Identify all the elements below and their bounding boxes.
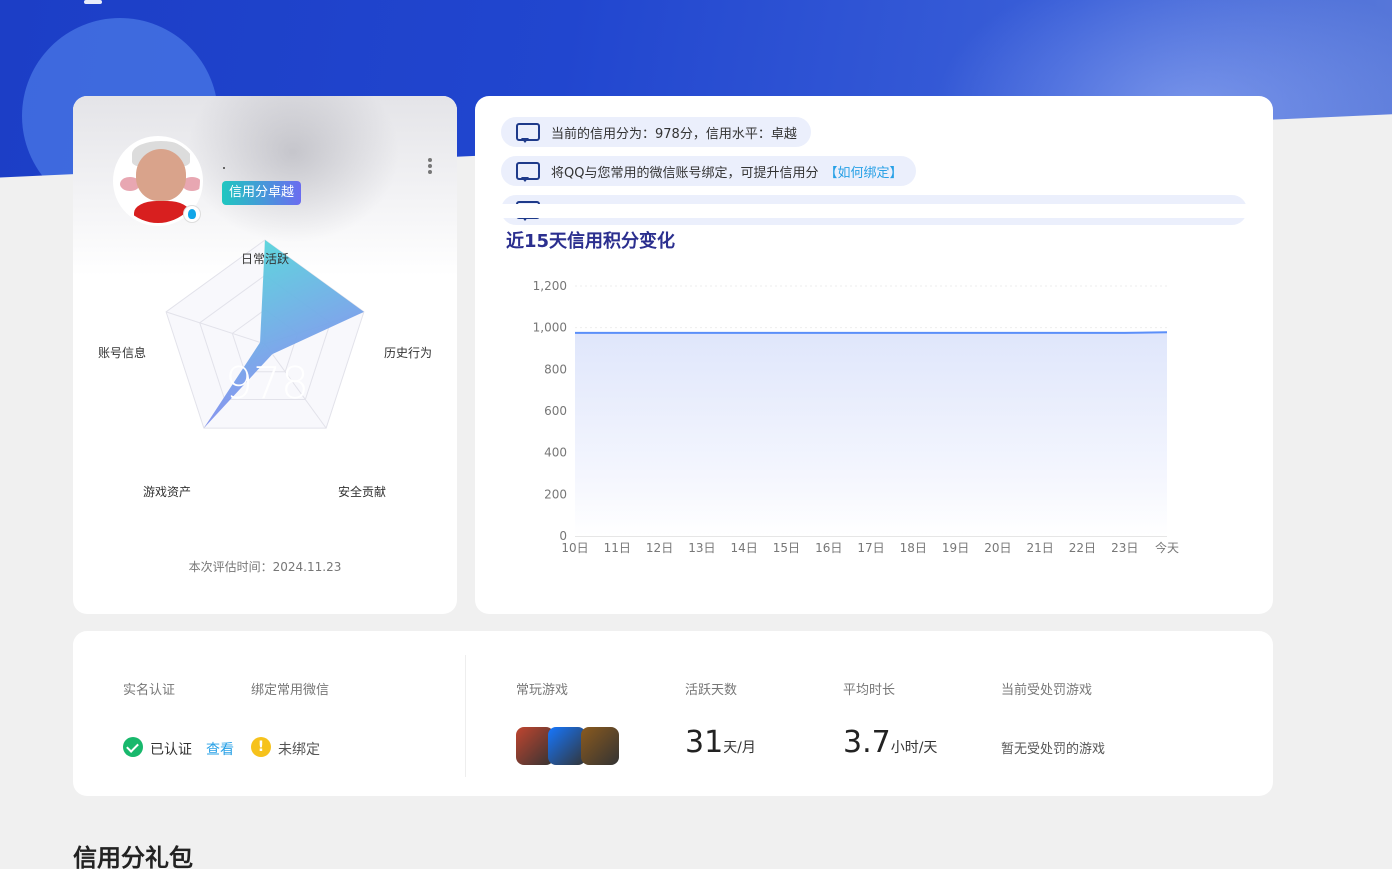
y-tick-label: 800 <box>544 362 567 376</box>
warrior-game-icon[interactable] <box>581 727 619 765</box>
active-days-unit: 天/月 <box>723 740 756 756</box>
y-tick-label: 600 <box>544 404 567 418</box>
notice-bind-wechat: 将QQ与您常用的微信账号绑定，可提升信用分 【如何绑定】 <box>501 156 917 186</box>
x-tick-label: 17日 <box>857 541 884 555</box>
avg-time-value: 3.7小时/天 <box>843 725 937 760</box>
radar-label-game-assets: 游戏资产 <box>143 485 192 499</box>
x-tick-label: 11日 <box>604 541 631 555</box>
view-verification-link[interactable]: 查看 <box>206 739 234 759</box>
x-tick-label: 15日 <box>773 541 800 555</box>
y-tick-label: 1,000 <box>533 321 567 335</box>
real-name-label: 实名认证 <box>123 683 176 698</box>
y-tick-label: 400 <box>544 446 567 460</box>
warning-icon: ! <box>251 737 271 757</box>
verified-check-icon <box>123 737 143 757</box>
credit-score: 978 <box>225 358 309 409</box>
credit-trend-chart: 02004006008001,0001,20010日 11日 12日 13日 14日 15… <box>533 279 1179 555</box>
x-tick-label: 19日 <box>942 541 969 555</box>
wechat-bind-label: 绑定常用微信 <box>251 683 330 698</box>
games-label: 常玩游戏 <box>516 683 569 698</box>
y-tick-label: 1,200 <box>533 279 567 293</box>
evaluation-time: 本次评估时间：2024.11.23 <box>188 560 342 574</box>
credit-profile-card: 信用分卓越 日常活跃 历史行为 安全贡献 游戏资产 账号信息 978 本次评估时… <box>73 96 457 614</box>
x-tick-label: 20日 <box>984 541 1011 555</box>
x-tick-label: 23日 <box>1111 541 1138 555</box>
x-tick-label: 14日 <box>731 541 758 555</box>
radar-label-account-info: 账号信息 <box>98 346 147 360</box>
credit-trend-card: 当前的信用分为：978分，信用水平：卓越 将QQ与您常用的微信账号绑定，可提升信… <box>475 96 1273 614</box>
notice-list-mask <box>475 204 1273 218</box>
avg-time-unit: 小时/天 <box>890 740 938 756</box>
x-tick-label: 13日 <box>688 541 715 555</box>
notice-current-score: 当前的信用分为：978分，信用水平：卓越 <box>501 117 811 147</box>
x-tick-label: 18日 <box>900 541 927 555</box>
active-days-value: 31天/月 <box>685 725 756 760</box>
y-tick-label: 200 <box>544 487 567 501</box>
x-tick-label: 10日 <box>561 541 588 555</box>
x-tick-label: 16日 <box>815 541 842 555</box>
x-tick-label: 21日 <box>1027 541 1054 555</box>
avg-time-label: 平均时长 <box>843 683 896 698</box>
x-tick-label: 22日 <box>1069 541 1096 555</box>
active-days-number: 31 <box>685 725 724 760</box>
penalty-label: 当前受处罚游戏 <box>1001 683 1093 698</box>
x-tick-label: 12日 <box>646 541 673 555</box>
radar-label-daily-active: 日常活跃 <box>241 252 290 266</box>
account-stats-card: 实名认证 绑定常用微信 已认证 查看 ! 未绑定 常玩游戏 活跃天数 31天/月… <box>73 631 1273 796</box>
radar-label-security: 安全贡献 <box>338 485 387 499</box>
verified-status: 已认证 <box>150 742 192 758</box>
banner-mark <box>84 0 102 4</box>
wechat-bind-status[interactable]: 未绑定 <box>278 739 320 759</box>
stats-divider <box>465 655 466 777</box>
avg-time-number: 3.7 <box>843 725 891 760</box>
notice-text: 当前的信用分为：978分，信用水平：卓越 <box>551 126 797 142</box>
message-icon <box>515 161 540 182</box>
trend-area <box>575 332 1167 536</box>
notice-text: 将QQ与您常用的微信账号绑定，可提升信用分 <box>551 165 819 181</box>
x-tick-label: 今天 <box>1155 540 1179 555</box>
penalty-status: 暂无受处罚的游戏 <box>1001 742 1106 757</box>
chart-title: 近15天信用积分变化 <box>506 231 676 252</box>
message-icon <box>515 122 540 143</box>
how-to-bind-link[interactable]: 【如何绑定】 <box>824 162 902 181</box>
gift-section-title: 信用分礼包 <box>73 844 193 869</box>
trend-line <box>575 331 1168 334</box>
radar-label-history: 历史行为 <box>384 346 433 360</box>
active-days-label: 活跃天数 <box>685 683 738 698</box>
